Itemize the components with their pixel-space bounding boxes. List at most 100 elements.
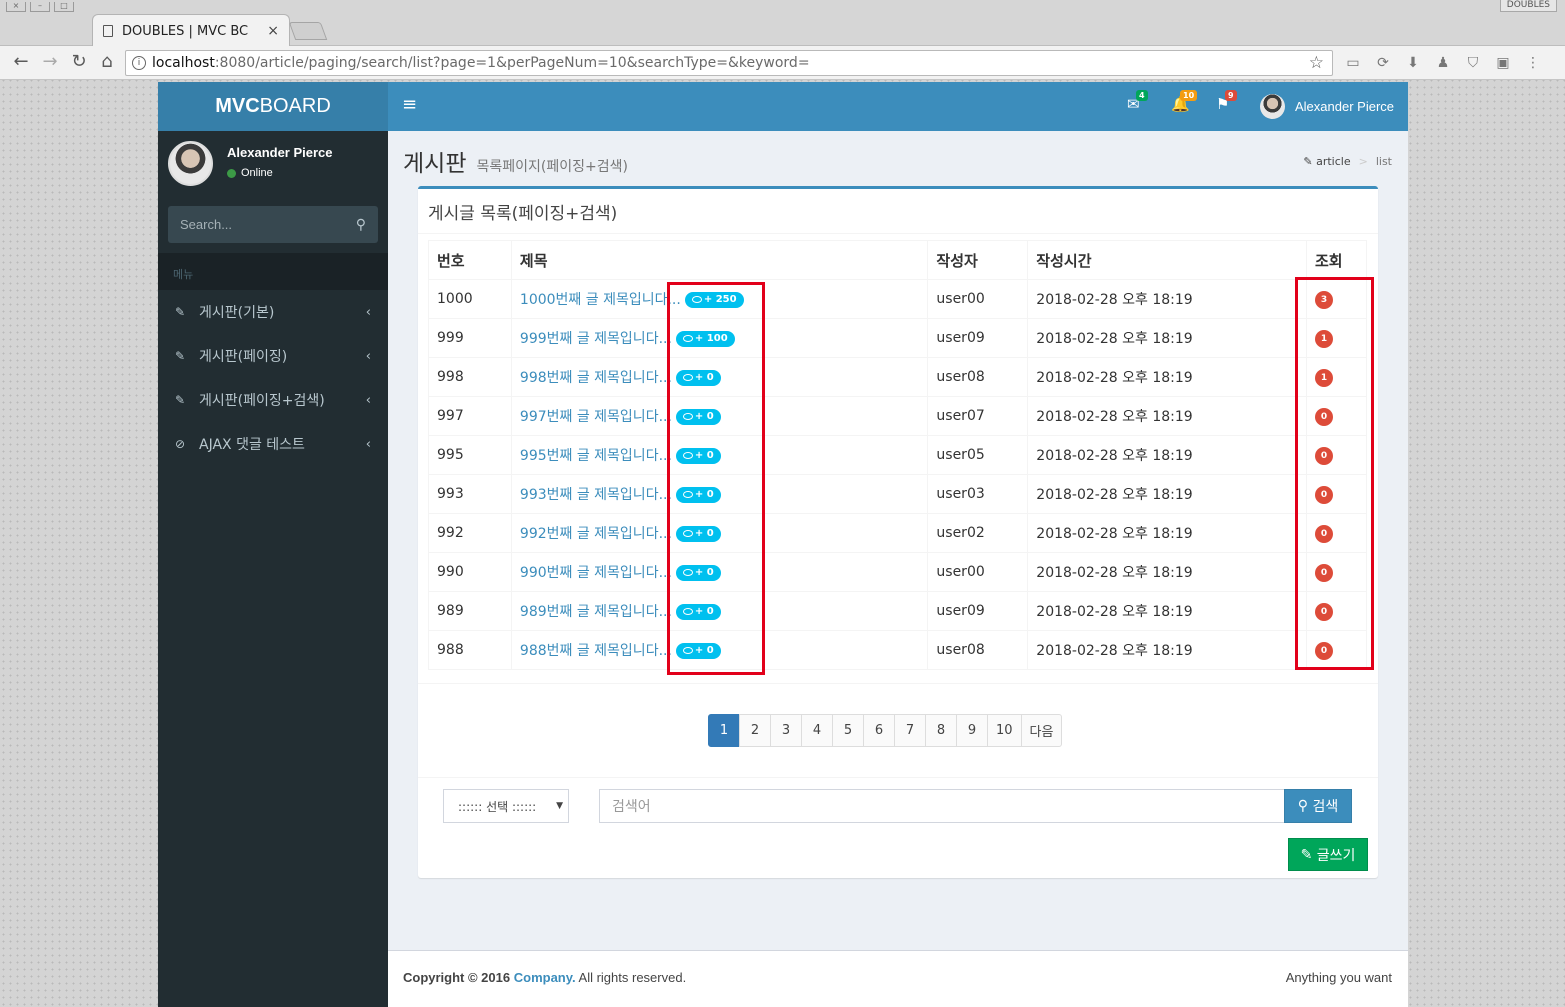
- article-title-link[interactable]: 1000번째 글 제목입니다...: [520, 292, 681, 308]
- cell-writer: user00: [927, 552, 1029, 592]
- column-header-views: 조회: [1306, 240, 1367, 280]
- article-table: 번호 제목 작성자 작성시간 조회 1000 1000번째 글 제목입니다... +…: [428, 240, 1367, 670]
- sidebar-item-board-basic[interactable]: ✎ 게시판(기본) ‹: [158, 290, 388, 334]
- page-next-button[interactable]: 다음: [1020, 714, 1063, 747]
- table-row: 993 993번째 글 제목입니다... + 0 user03 2018-02-28 오…: [428, 474, 1367, 514]
- sidebar-search[interactable]: Search... ⚲: [168, 206, 378, 243]
- article-title-link[interactable]: 999번째 글 제목입니다...: [520, 331, 672, 347]
- cast-icon[interactable]: ▭: [1342, 52, 1364, 74]
- table-row: 997 997번째 글 제목입니다... + 0 user07 2018-02-28 오…: [428, 396, 1367, 436]
- new-tab-button[interactable]: [288, 22, 328, 40]
- cell-no: 997: [428, 396, 512, 436]
- address-bar[interactable]: i localhost:8080/article/paging/search/l…: [125, 50, 1333, 76]
- search-type-value: :::::: 선택 ::::::: [458, 799, 537, 814]
- article-title-link[interactable]: 997번째 글 제목입니다...: [520, 409, 672, 425]
- browser-tab-active[interactable]: DOUBLES | MVC BC ×: [92, 14, 290, 47]
- cell-writer: user00: [927, 279, 1029, 319]
- content-header: 게시판 목록페이지(페이징+검색): [403, 144, 628, 178]
- breadcrumb-list: list: [1375, 155, 1392, 168]
- pagination: 1 2 3 4 5 6 7 8 9 10 다음: [708, 714, 1063, 747]
- write-button[interactable]: ✎ 글쓰기: [1288, 838, 1368, 871]
- sidebar-item-board-paging-search[interactable]: ✎ 게시판(페이징+검색) ‹: [158, 378, 388, 422]
- page-link[interactable]: 5: [832, 714, 864, 747]
- article-title-link[interactable]: 988번째 글 제목입니다...: [520, 643, 672, 659]
- article-title-link[interactable]: 998번째 글 제목입니다...: [520, 370, 672, 386]
- top-user-name: Alexander Pierce: [1295, 99, 1394, 114]
- info-icon[interactable]: i: [132, 56, 146, 70]
- article-title-link[interactable]: 992번째 글 제목입니다...: [520, 526, 672, 542]
- page-link[interactable]: 7: [894, 714, 926, 747]
- back-icon[interactable]: ←: [10, 51, 32, 72]
- article-title-link[interactable]: 989번째 글 제목입니다...: [520, 604, 672, 620]
- fx-extension-icon[interactable]: ▣: [1492, 52, 1514, 74]
- search-icon: ⚲: [1297, 798, 1309, 814]
- page-link[interactable]: 8: [925, 714, 957, 747]
- search-button[interactable]: ⚲ 검색: [1284, 789, 1352, 823]
- article-title-link[interactable]: 990번째 글 제목입니다...: [520, 565, 672, 581]
- close-window-icon[interactable]: ×: [6, 2, 26, 12]
- dropdown-arrow-icon: ▼: [556, 801, 563, 811]
- search-icon[interactable]: ⚲: [356, 216, 366, 233]
- forward-icon[interactable]: →: [39, 51, 61, 72]
- online-dot-icon: [227, 168, 236, 178]
- sidebar-item-ajax-reply[interactable]: ⊘ AJAX 댓글 테스트 ‹: [158, 422, 388, 466]
- minimize-window-icon[interactable]: –: [30, 2, 50, 12]
- alerts-badge: 10: [1180, 90, 1198, 101]
- app-window: MVC BOARD Alexander Pierce Online Search.…: [158, 82, 1408, 1007]
- table-row: 989 989번째 글 제목입니다... + 0 user09 2018-02-28 오…: [428, 591, 1367, 631]
- breadcrumb-article[interactable]: ✎ article: [1303, 155, 1350, 168]
- url-path: :8080/article/paging/search/list?page=1&…: [214, 55, 810, 71]
- reload-icon[interactable]: ↻: [68, 51, 90, 72]
- search-type-select[interactable]: :::::: 선택 :::::: ▼: [443, 789, 569, 823]
- logo[interactable]: MVC BOARD: [158, 82, 388, 131]
- browser-profile[interactable]: DOUBLES: [1499, 0, 1557, 12]
- browser-toolbar: ← → ↻ ⌂ i localhost:8080/article/paging/…: [0, 46, 1565, 80]
- column-header-writer: 작성자: [927, 240, 1029, 280]
- tab-close-icon[interactable]: ×: [267, 23, 279, 39]
- top-navbar: ≡ ✉ 4 🔔 10 ⚑ 9 Alexander Pierce: [388, 82, 1408, 131]
- company-link[interactable]: Company.: [514, 970, 576, 985]
- write-button-label: 글쓰기: [1316, 847, 1356, 864]
- bookmark-star-icon[interactable]: ☆: [1309, 53, 1324, 73]
- footer-copyright: Copyright © 2016 Company. All rights res…: [403, 970, 686, 985]
- page-link[interactable]: 9: [956, 714, 988, 747]
- page-link[interactable]: 6: [863, 714, 895, 747]
- window-controls: × – □: [6, 2, 74, 12]
- download-icon[interactable]: ⬇: [1402, 52, 1424, 74]
- bell-icon[interactable]: 🔔 10: [1171, 90, 1198, 113]
- edit-icon: ✎: [1303, 155, 1313, 168]
- sidebar-user-name: Alexander Pierce: [227, 145, 333, 160]
- article-title-link[interactable]: 995번째 글 제목입니다...: [520, 448, 672, 464]
- table-row: 999 999번째 글 제목입니다... + 100 user09 2018-02-28…: [428, 318, 1367, 358]
- cell-no: 992: [428, 513, 512, 553]
- messages-icon[interactable]: ✉ 4: [1127, 90, 1148, 113]
- page-link[interactable]: 3: [770, 714, 802, 747]
- cell-time: 2018-02-28 오후 18:19: [1027, 591, 1307, 631]
- page-link[interactable]: 1: [708, 714, 740, 747]
- shield-icon[interactable]: ⛉: [1462, 52, 1484, 74]
- search-button-label: 검색: [1312, 799, 1339, 815]
- sidebar-toggle-icon[interactable]: ≡: [402, 94, 417, 115]
- article-title-link[interactable]: 993번째 글 제목입니다...: [520, 487, 672, 503]
- cell-time: 2018-02-28 오후 18:19: [1027, 318, 1307, 358]
- keyword-input[interactable]: 검색어: [599, 789, 1285, 823]
- cell-no: 1000: [428, 279, 512, 319]
- page-link[interactable]: 4: [801, 714, 833, 747]
- sidebar-search-input[interactable]: Search...: [180, 217, 356, 232]
- user-menu[interactable]: Alexander Pierce: [1260, 94, 1394, 119]
- cell-writer: user07: [927, 396, 1029, 436]
- sidebar-item-board-paging[interactable]: ✎ 게시판(페이징) ‹: [158, 334, 388, 378]
- page-link[interactable]: 10: [987, 714, 1022, 747]
- extension-icon[interactable]: ♟: [1432, 52, 1454, 74]
- divider: [418, 233, 1378, 234]
- online-status: Online: [227, 167, 273, 179]
- home-icon[interactable]: ⌂: [96, 51, 118, 72]
- chevron-left-icon: ‹: [365, 304, 371, 320]
- maximize-window-icon[interactable]: □: [54, 2, 74, 12]
- menu-dots-icon[interactable]: ⋮: [1522, 52, 1544, 74]
- page-link[interactable]: 2: [739, 714, 771, 747]
- flag-icon[interactable]: ⚑ 9: [1216, 90, 1237, 113]
- extension-icons: ▭ ⟳ ⬇ ♟ ⛉ ▣ ⋮: [1342, 52, 1544, 74]
- chevron-left-icon: ‹: [365, 348, 371, 364]
- sync-icon[interactable]: ⟳: [1372, 52, 1394, 74]
